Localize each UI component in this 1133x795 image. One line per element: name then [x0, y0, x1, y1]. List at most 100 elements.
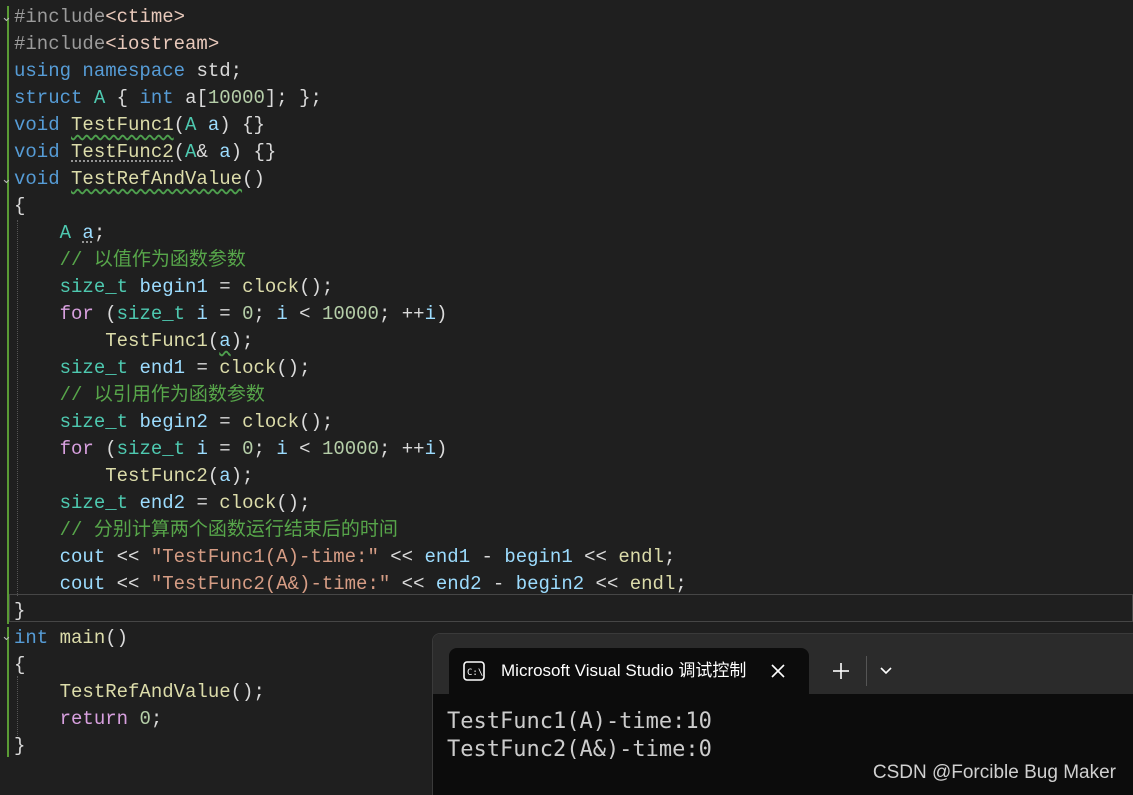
code-token: TestRefAndValue [59, 681, 231, 703]
code-token: 10000 [321, 438, 379, 460]
code-line[interactable]: struct A { int a[10000]; }; [14, 85, 322, 112]
code-line[interactable]: TestRefAndValue(); [14, 679, 265, 706]
code-token: () [105, 627, 129, 649]
code-token: A [59, 222, 72, 244]
code-token: #include [14, 33, 106, 55]
code-line[interactable]: size_t begin2 = clock(); [14, 409, 334, 436]
code-token: size_t [59, 357, 129, 379]
code-line[interactable]: for (size_t i = 0; i < 10000; ++i) [14, 436, 448, 463]
code-token: i [276, 438, 288, 460]
code-line[interactable]: } [14, 733, 25, 760]
code-token: clock [219, 357, 277, 379]
code-line[interactable]: TestFunc2(a); [14, 463, 253, 490]
code-line[interactable]: return 0; [14, 706, 163, 733]
code-line[interactable]: { [14, 193, 25, 220]
code-line[interactable]: using namespace std; [14, 58, 242, 85]
code-line[interactable]: size_t end2 = clock(); [14, 490, 311, 517]
code-token: a [219, 465, 231, 487]
code-line[interactable]: // 以引用作为函数参数 [14, 382, 265, 409]
code-token: using [14, 60, 72, 82]
fold-chevron-icon[interactable]: ⌄ [1, 166, 13, 193]
code-token: = [207, 411, 243, 433]
current-line-highlight [9, 594, 1133, 622]
code-token: (); [299, 411, 334, 433]
code-line[interactable]: } [14, 598, 25, 625]
code-token: - [481, 573, 516, 595]
code-token: << [105, 573, 151, 595]
code-token: TestFunc2 [105, 465, 208, 487]
code-token: = [185, 492, 220, 514]
plus-icon[interactable] [828, 658, 854, 684]
code-line[interactable]: { [14, 652, 25, 679]
code-line[interactable]: // 分别计算两个函数运行结束后的时间 [14, 517, 398, 544]
code-token: "TestFunc1(A)-time:" [150, 546, 379, 568]
change-indicator [7, 6, 9, 624]
code-token: int [14, 627, 49, 649]
code-token: ) {} [219, 114, 265, 136]
code-line[interactable]: cout << "TestFunc2(A&)-time:" << end2 - … [14, 571, 687, 598]
terminal-tab-title: Microsoft Visual Studio 调试控制台 [501, 661, 746, 680]
code-line[interactable]: #include<iostream> [14, 31, 219, 58]
code-line[interactable]: void TestFunc1(A a) {} [14, 112, 265, 139]
console-app-icon: C:\ [463, 661, 485, 681]
close-icon[interactable] [767, 660, 789, 682]
code-token: << [584, 573, 630, 595]
code-token: ( [207, 465, 220, 487]
code-line[interactable]: cout << "TestFunc1(A)-time:" << end1 - b… [14, 544, 676, 571]
code-token: i [424, 438, 436, 460]
code-token: ; [663, 546, 676, 568]
code-token: 0 [242, 303, 254, 325]
code-line[interactable]: size_t begin1 = clock(); [14, 274, 334, 301]
code-token: <iostream> [105, 33, 220, 55]
code-token: ]; }; [264, 87, 322, 109]
code-token: ( [93, 438, 117, 460]
code-token: a [219, 141, 231, 163]
code-token: i [276, 303, 288, 325]
code-line[interactable]: for (size_t i = 0; i < 10000; ++i) [14, 301, 448, 328]
code-token: return [59, 708, 129, 730]
fold-chevron-icon[interactable]: ⌄ [1, 4, 13, 31]
code-line[interactable]: A a; [14, 220, 106, 247]
code-token: { [14, 654, 26, 676]
code-line[interactable]: void TestFunc2(A& a) {} [14, 139, 276, 166]
fold-chevron-icon[interactable]: ⌄ [1, 623, 13, 650]
code-token: TestRefAndValue [71, 168, 243, 190]
titlebar-divider [866, 656, 867, 686]
code-token: size_t [59, 276, 129, 298]
code-token: cout [59, 573, 106, 595]
code-token: // 分别计算两个函数运行结束后的时间 [59, 519, 398, 541]
code-token: begin2 [139, 411, 208, 433]
screen: ⌄ ⌄ ⌄ #include<ctime> #include<iostream> u… [0, 0, 1133, 795]
code-token: TestFunc1 [105, 330, 208, 352]
code-line[interactable]: int main() [14, 625, 128, 652]
chevron-down-icon[interactable] [873, 658, 899, 684]
code-line[interactable]: size_t end1 = clock(); [14, 355, 311, 382]
code-line[interactable]: #include<ctime> [14, 4, 185, 31]
code-token: ; [150, 708, 163, 730]
code-token: cout [59, 546, 106, 568]
code-token: size_t [59, 411, 129, 433]
code-line[interactable]: TestFunc1(a); [14, 328, 253, 355]
code-token: clock [242, 411, 300, 433]
code-token: = [207, 303, 243, 325]
code-token: 10000 [207, 87, 265, 109]
code-line[interactable]: void TestRefAndValue() [14, 166, 265, 193]
code-token: TestFunc2 [71, 141, 174, 163]
code-token: a[ [173, 87, 208, 109]
code-line[interactable]: // 以值作为函数参数 [14, 247, 246, 274]
code-token: A [185, 114, 197, 136]
terminal-tab[interactable]: C:\ Microsoft Visual Studio 调试控制台 [449, 648, 809, 694]
